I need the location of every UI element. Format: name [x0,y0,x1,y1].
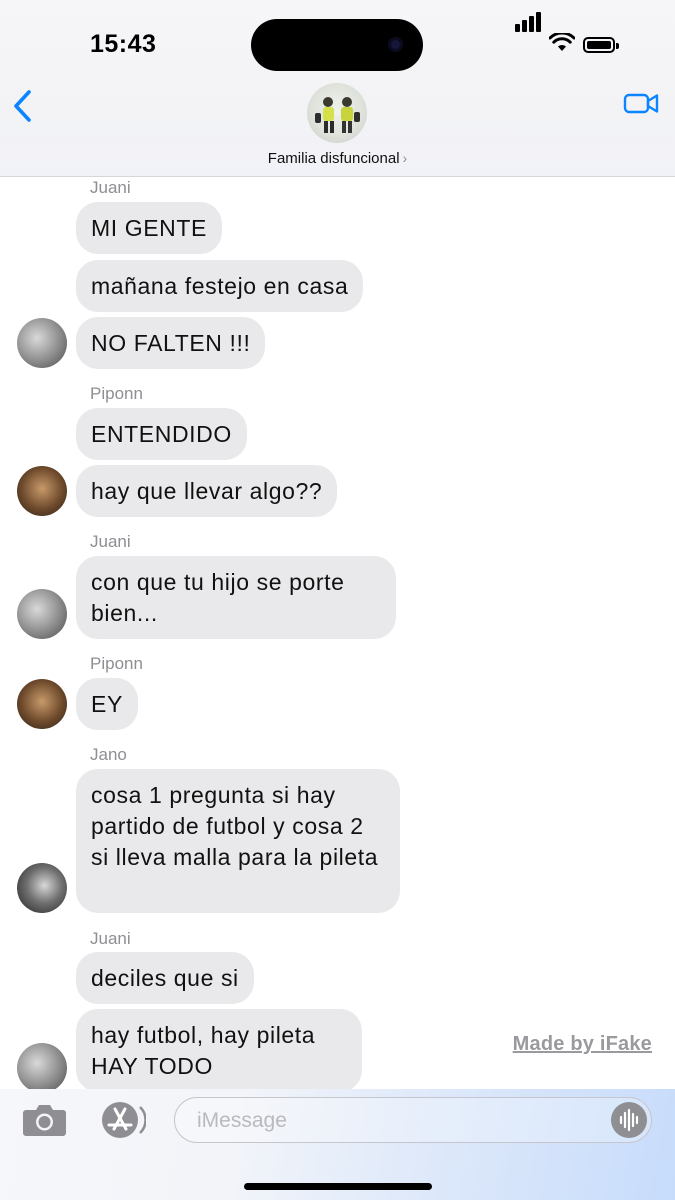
message-bubble[interactable]: EY [76,678,138,730]
group-photo-image [315,97,360,133]
dynamic-island [251,19,423,71]
imessage-field[interactable] [174,1097,652,1143]
sender-label: Juani [90,178,131,197]
sender-label: Juani [90,532,131,551]
chevron-right-icon: › [402,150,408,166]
message-bubble[interactable]: mañana festejo en casa [76,260,364,312]
avatar-jano[interactable] [17,863,67,913]
message-bubble[interactable]: MI GENTE [76,202,222,254]
status-icons [515,12,645,58]
video-camera-icon[interactable] [623,88,661,118]
home-indicator[interactable] [244,1183,432,1190]
message-bubble[interactable]: ENTENDIDO [76,408,247,460]
waveform-icon [619,1108,639,1132]
group-avatar[interactable] [307,83,367,143]
message-bubble[interactable]: deciles que si [76,952,254,1004]
avatar-juani[interactable] [17,318,67,368]
camera-icon[interactable] [22,1102,67,1138]
status-time: 15:43 [90,30,157,58]
message-bubble[interactable]: hay que llevar algo?? [76,465,338,517]
message-thread[interactable]: Juani MI GENTE mañana festejo en casa NO… [0,177,675,1089]
message-bubble[interactable]: NO FALTEN !!! [76,317,266,369]
message-bubble[interactable]: cosa 1 pregunta si hay partido de futbol… [76,769,400,913]
app-store-icon[interactable] [96,1101,146,1139]
sender-label: Jano [90,745,127,764]
voice-message-button[interactable] [611,1102,647,1138]
message-input[interactable] [195,1098,599,1143]
message-bubble[interactable]: con que tu hijo se porte bien... [76,556,396,639]
wifi-icon [549,33,575,51]
navigation-header: 15:43 Familia disfuncional › [0,0,675,177]
group-title[interactable]: Familia disfuncional › [0,150,675,167]
back-chevron-icon[interactable] [8,88,38,124]
front-camera-icon [388,37,403,52]
avatar-piponn[interactable] [17,466,67,516]
avatar-juani[interactable] [17,589,67,639]
battery-icon [583,37,619,53]
watermark[interactable]: Made by iFake [513,1033,652,1056]
group-title-label: Familia disfuncional [267,150,400,167]
sender-label: Piponn [90,384,143,403]
sender-label: Juani [90,929,131,948]
avatar-piponn[interactable] [17,679,67,729]
message-bubble[interactable]: hay futbol, hay pileta HAY TODO [76,1009,362,1089]
sender-label: Piponn [90,654,143,673]
avatar-juani[interactable] [17,1043,67,1089]
